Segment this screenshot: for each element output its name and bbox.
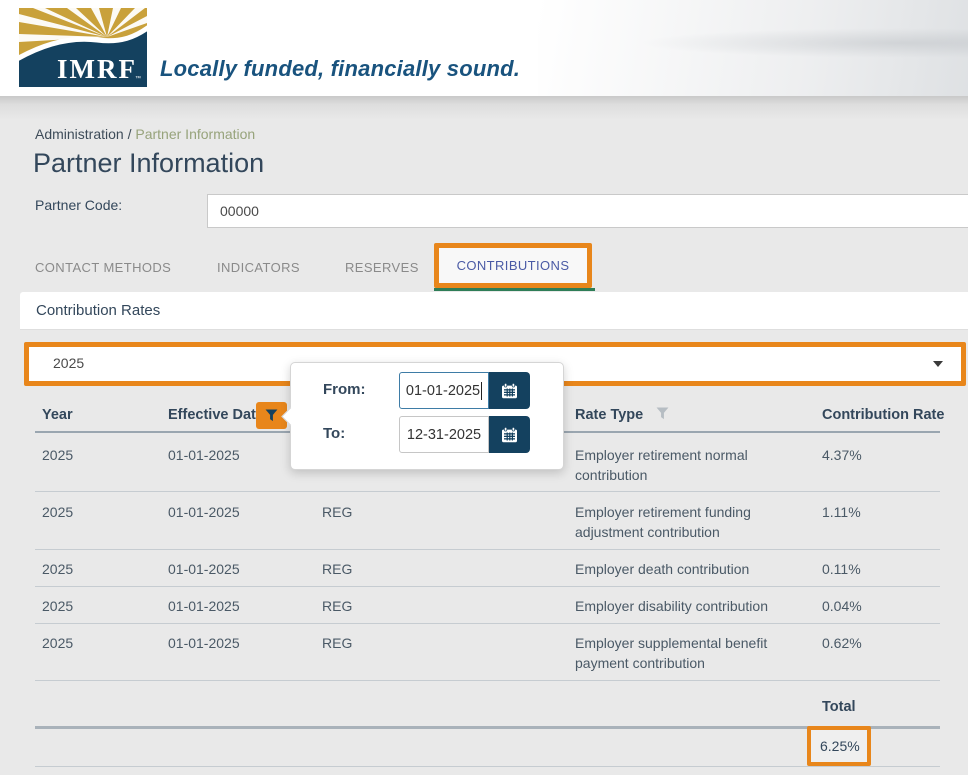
table-row-cell-effective-date: 01-01-2025	[168, 596, 240, 616]
table-row-cell-rate-code: REG	[322, 559, 352, 579]
partner-code-label: Partner Code:	[35, 197, 122, 213]
contribution-rates-panel: Contribution Rates	[20, 292, 968, 330]
total-value-highlight: 6.25%	[807, 726, 871, 766]
to-calendar-button[interactable]	[489, 416, 530, 453]
row-divider	[35, 623, 940, 624]
to-date-value: 12-31-2025	[407, 427, 481, 443]
chevron-down-icon[interactable]	[933, 361, 943, 367]
tab-indicators[interactable]: INDICATORS	[217, 260, 300, 275]
total-value: 6.25%	[820, 738, 860, 754]
text-cursor	[481, 382, 482, 400]
table-row-cell-year: 2025	[42, 502, 73, 522]
table-row-cell-year: 2025	[42, 633, 73, 653]
table-row-cell-year: 2025	[42, 445, 73, 465]
table-row-cell-rate-type: Employer retirement funding adjustment c…	[575, 502, 803, 542]
table-row-cell-year: 2025	[42, 596, 73, 616]
funnel-icon	[265, 409, 278, 422]
breadcrumb-current: Partner Information	[135, 126, 255, 142]
header-divider	[0, 96, 968, 104]
breadcrumb-separator: /	[124, 126, 136, 142]
content-top-shadow	[0, 104, 968, 120]
section-title: Contribution Rates	[36, 302, 160, 319]
table-row-cell-rate: 0.04%	[822, 596, 862, 616]
calendar-icon	[501, 383, 518, 399]
from-calendar-button[interactable]	[489, 372, 530, 409]
tab-contact-methods[interactable]: CONTACT METHODS	[35, 260, 171, 275]
breadcrumb-parent[interactable]: Administration	[35, 126, 124, 142]
row-divider	[35, 491, 940, 492]
table-row-cell-rate-type: Employer retirement normal contribution	[575, 445, 803, 485]
breadcrumb: Administration / Partner Information	[35, 126, 255, 142]
header-background-art	[638, 28, 968, 58]
from-label: From:	[323, 381, 366, 398]
row-divider	[35, 549, 940, 550]
table-row-cell-rate: 0.62%	[822, 633, 862, 653]
table-row-cell-rate-type: Employer supplemental benefit payment co…	[575, 633, 803, 673]
calendar-icon	[501, 427, 518, 443]
table-row-cell-rate: 1.11%	[822, 502, 861, 522]
tab-contributions-highlight[interactable]: CONTRIBUTIONS	[434, 243, 592, 288]
from-date-input[interactable]: 01-01-2025	[399, 372, 489, 409]
page-title: Partner Information	[33, 148, 264, 179]
col-header-rate-type-label[interactable]: Rate Type	[575, 407, 643, 423]
row-divider	[35, 586, 940, 587]
row-divider	[35, 766, 940, 767]
table-row-cell-effective-date: 01-01-2025	[168, 559, 240, 579]
total-divider	[35, 726, 940, 729]
tab-reserves[interactable]: RESERVES	[345, 260, 419, 275]
table-row-cell-rate-code: REG	[322, 633, 352, 653]
col-header-effective-date[interactable]: Effective Date	[168, 407, 264, 423]
table-row-cell-year: 2025	[42, 559, 73, 579]
imrf-logo: IMRF ™	[19, 8, 147, 87]
col-header-contribution-rate[interactable]: Contribution Rate	[822, 407, 944, 423]
tab-contributions[interactable]: CONTRIBUTIONS	[457, 258, 570, 273]
logo-wordmark: IMRF	[57, 54, 137, 84]
table-row-cell-rate: 0.11%	[822, 559, 861, 579]
table-row-cell-effective-date: 01-01-2025	[168, 633, 240, 653]
active-tab-underline	[434, 288, 595, 291]
table-row-cell-rate-code: REG	[322, 502, 352, 522]
app-header: IMRF ™ Locally funded, financially sound…	[0, 0, 968, 96]
table-row-cell-rate-code: REG	[322, 596, 352, 616]
table-row-cell-rate-type: Employer death contribution	[575, 559, 803, 579]
total-label: Total	[822, 699, 856, 715]
date-filter-popup: From: 01-01-2025	[290, 362, 564, 470]
to-label: To:	[323, 425, 345, 442]
table-row-cell-effective-date: 01-01-2025	[168, 502, 240, 522]
col-header-rate-type: Rate Type	[575, 407, 669, 423]
partner-information-page: IMRF ™ Locally funded, financially sound…	[0, 0, 968, 775]
tagline: Locally funded, financially sound.	[160, 56, 520, 82]
col-header-year[interactable]: Year	[42, 407, 73, 423]
table-row-cell-effective-date: 01-01-2025	[168, 445, 240, 465]
to-date-input[interactable]: 12-31-2025	[399, 416, 489, 453]
svg-text:™: ™	[135, 75, 141, 82]
table-row-cell-rate-type: Employer disability contribution	[575, 596, 803, 616]
from-date-value: 01-01-2025	[406, 383, 480, 399]
rate-type-filter-icon[interactable]	[656, 407, 669, 420]
row-divider	[35, 680, 940, 681]
year-select-value: 2025	[53, 355, 84, 371]
table-row-cell-rate: 4.37%	[822, 445, 862, 465]
partner-code-input[interactable]	[207, 194, 968, 228]
